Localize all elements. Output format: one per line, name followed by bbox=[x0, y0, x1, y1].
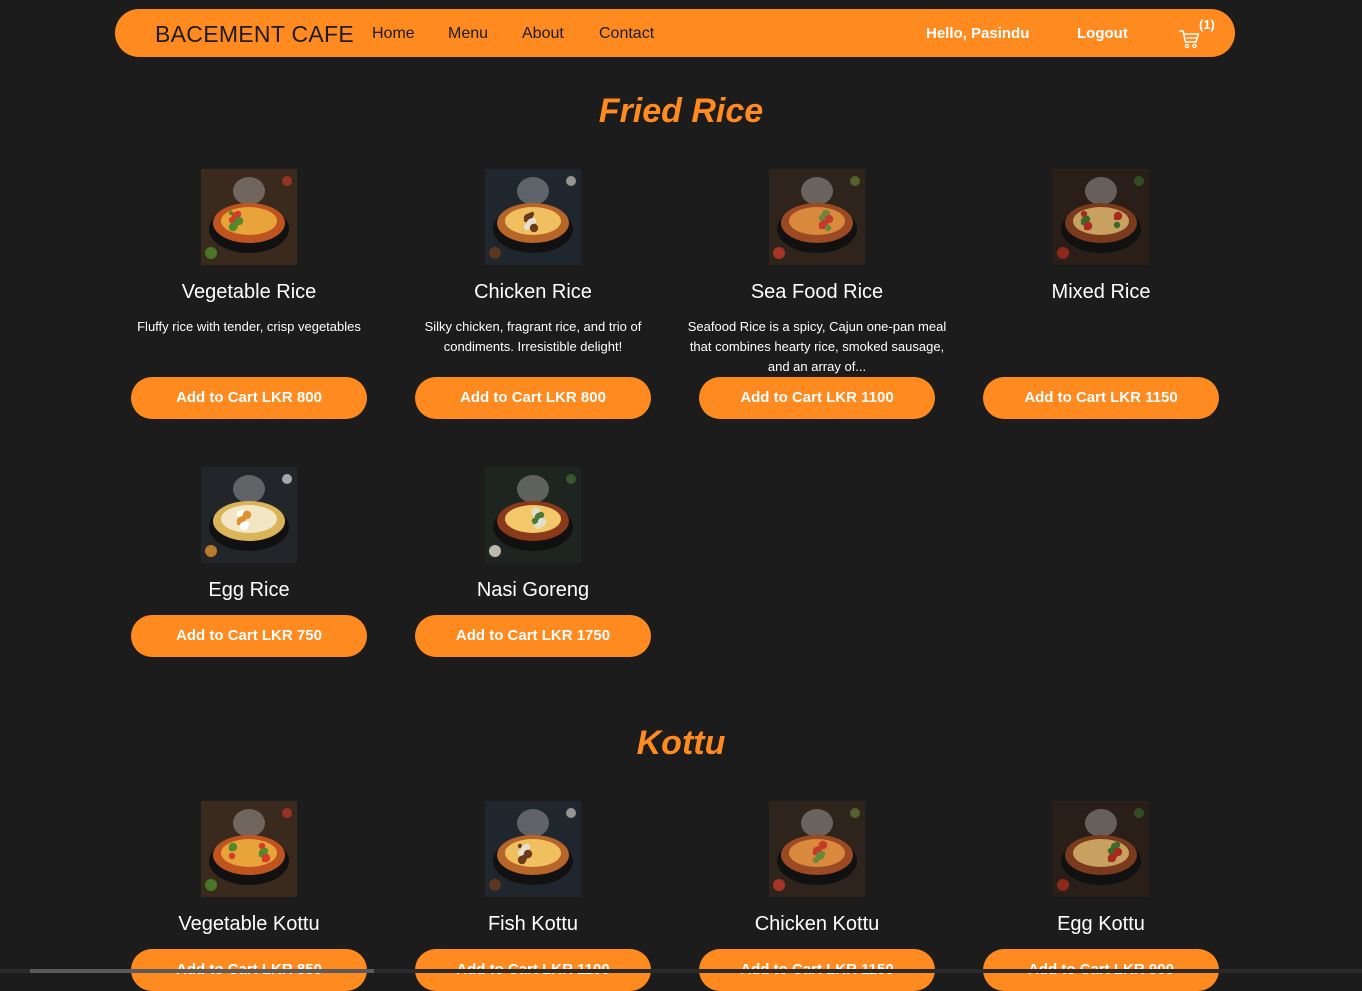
add-to-cart-button[interactable]: Add to Cart LKR 800 bbox=[131, 377, 367, 419]
add-to-cart-button[interactable]: Add to Cart LKR 1150 bbox=[983, 377, 1219, 419]
nav-link-menu[interactable]: Menu bbox=[448, 24, 488, 44]
item-description: Fluffy rice with tender, crisp vegetable… bbox=[137, 319, 361, 334]
item-name: Vegetable Kottu bbox=[178, 913, 320, 935]
item-name: Chicken Kottu bbox=[754, 913, 880, 935]
section-title-kottu: Kottu bbox=[636, 724, 726, 762]
nav-link-about[interactable]: About bbox=[522, 24, 564, 44]
item-name: Egg Rice bbox=[208, 579, 290, 601]
food-image bbox=[201, 169, 297, 265]
brand-logo[interactable]: BACEMENT CAFE bbox=[155, 21, 354, 47]
food-image bbox=[201, 801, 297, 897]
food-image bbox=[485, 801, 581, 897]
nav-link-home[interactable]: Home bbox=[372, 24, 415, 44]
add-to-cart-button[interactable]: Add to Cart LKR 1100 bbox=[699, 377, 935, 419]
food-image bbox=[1053, 801, 1149, 897]
food-image bbox=[485, 169, 581, 265]
item-description: Silky chicken, fragrant rice, and trio o… bbox=[424, 319, 642, 354]
add-to-cart-button[interactable]: Add to Cart LKR 1750 bbox=[415, 615, 651, 657]
add-to-cart-button[interactable]: Add to Cart LKR 800 bbox=[415, 377, 651, 419]
food-image bbox=[769, 801, 865, 897]
user-greeting: Hello, Pasindu bbox=[926, 25, 1030, 42]
item-description: Seafood Rice is a spicy, Cajun one-pan m… bbox=[687, 319, 947, 374]
navbar: BACEMENT CAFE Home Menu About Contact He… bbox=[115, 9, 1235, 57]
food-image bbox=[769, 169, 865, 265]
shopping-cart-icon bbox=[1179, 30, 1200, 49]
item-name: Egg Kottu bbox=[1057, 913, 1145, 935]
cart-count-badge: (1) bbox=[1199, 17, 1215, 32]
item-name: Chicken Rice bbox=[474, 281, 592, 303]
section-title-fried-rice: Fried Rice bbox=[598, 92, 764, 130]
item-name: Fish Kottu bbox=[487, 913, 579, 935]
horizontal-scrollbar[interactable] bbox=[0, 969, 1362, 973]
item-name: Sea Food Rice bbox=[750, 281, 884, 303]
food-image bbox=[485, 467, 581, 563]
food-image bbox=[1053, 169, 1149, 265]
logout-button[interactable]: Logout bbox=[1077, 24, 1128, 44]
add-to-cart-button[interactable]: Add to Cart LKR 750 bbox=[131, 615, 367, 657]
scrollbar-thumb[interactable] bbox=[30, 969, 374, 973]
food-image bbox=[201, 467, 297, 563]
item-name: Nasi Goreng bbox=[476, 579, 590, 601]
item-name: Vegetable Rice bbox=[181, 281, 317, 303]
item-name: Mixed Rice bbox=[1051, 281, 1151, 303]
nav-link-contact[interactable]: Contact bbox=[599, 24, 654, 44]
cart-button[interactable]: (1) bbox=[1179, 17, 1219, 49]
